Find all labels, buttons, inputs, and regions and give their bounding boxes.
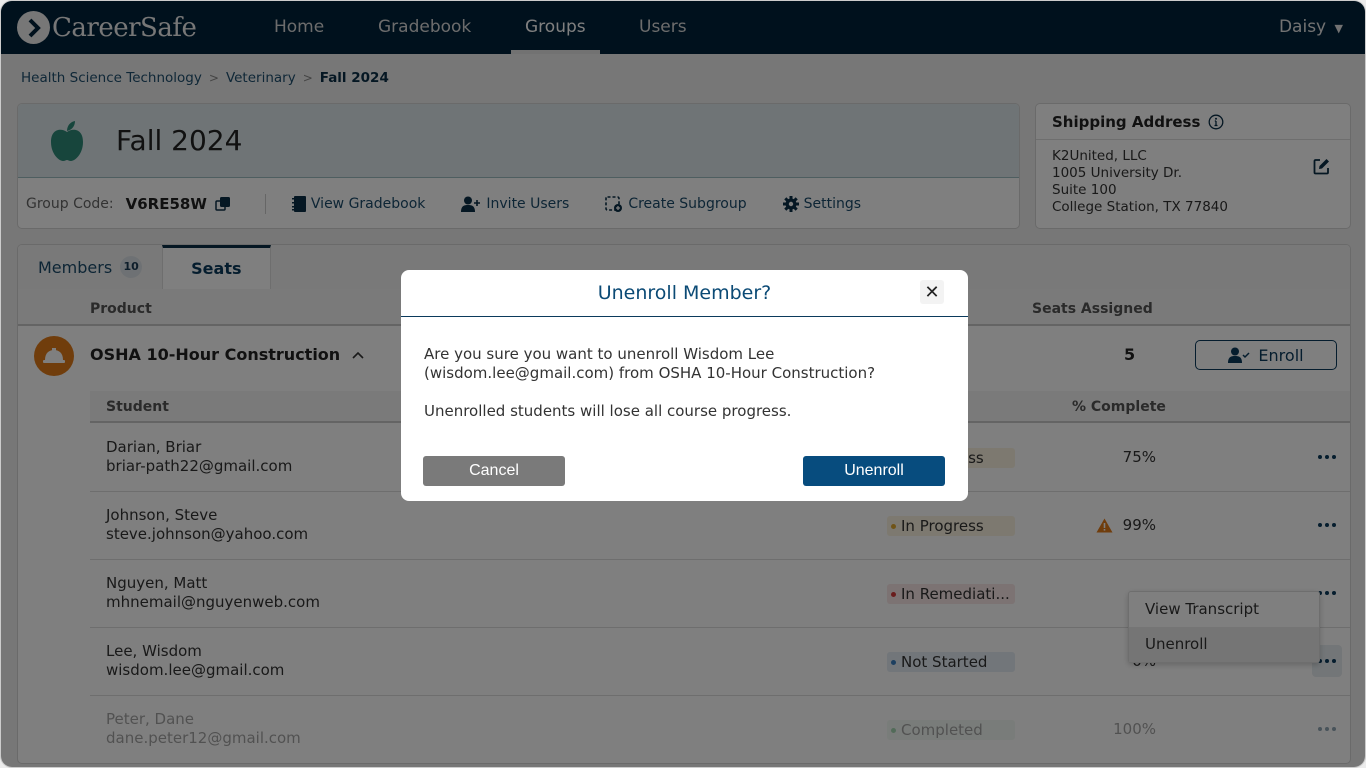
app-window: CareerSafe Home Gradebook Groups Users D… — [0, 0, 1366, 768]
dialog-header: Unenroll Member? ✕ — [401, 270, 968, 317]
dialog-body: Are you sure you want to unenroll Wisdom… — [401, 317, 968, 421]
unenroll-dialog: Unenroll Member? ✕ Are you sure you want… — [401, 270, 968, 501]
dialog-message: Are you sure you want to unenroll Wisdom… — [424, 345, 876, 382]
unenroll-button[interactable]: Unenroll — [803, 456, 945, 486]
cancel-button[interactable]: Cancel — [423, 456, 565, 486]
close-icon[interactable]: ✕ — [920, 280, 944, 304]
dialog-title: Unenroll Member? — [597, 282, 772, 304]
dialog-warning: Unenrolled students will lose all course… — [424, 402, 792, 420]
